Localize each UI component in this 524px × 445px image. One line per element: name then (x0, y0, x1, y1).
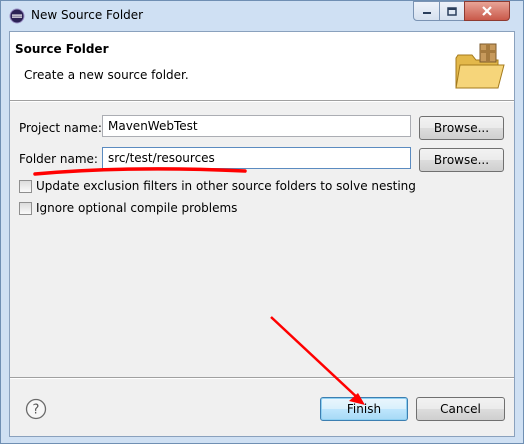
page-description: Create a new source folder. (24, 68, 189, 82)
cancel-button[interactable]: Cancel (416, 397, 505, 421)
update-exclusion-option[interactable]: Update exclusion filters in other source… (19, 178, 416, 194)
folder-name-label: Folder name: (19, 152, 98, 166)
title-bar: New Source Folder (1, 1, 523, 31)
ignore-optional-label: Ignore optional compile problems (36, 201, 238, 215)
wizard-header: Source Folder Create a new source folder… (10, 32, 514, 100)
minimize-icon (422, 12, 431, 14)
project-name-label: Project name: (19, 121, 102, 135)
browse-folder-button[interactable]: Browse... (419, 148, 504, 172)
maximize-icon (447, 6, 457, 16)
close-button[interactable] (464, 1, 510, 21)
finish-button[interactable]: Finish (320, 397, 408, 421)
svg-text:?: ? (33, 403, 40, 418)
folder-package-icon (455, 43, 505, 89)
browse-project-button[interactable]: Browse... (419, 116, 504, 140)
window-title: New Source Folder (31, 8, 144, 22)
update-exclusion-checkbox[interactable] (19, 179, 32, 193)
update-exclusion-label: Update exclusion filters in other source… (36, 179, 416, 193)
ignore-optional-checkbox[interactable] (19, 201, 32, 215)
eclipse-icon (9, 8, 25, 24)
help-icon[interactable]: ? (25, 398, 47, 420)
header-separator (10, 100, 514, 102)
close-icon (482, 6, 492, 16)
dialog-window: New Source Folder Source Folder Create a… (0, 0, 524, 444)
project-name-field[interactable]: MavenWebTest (102, 115, 411, 137)
ignore-optional-option[interactable]: Ignore optional compile problems (19, 200, 237, 216)
folder-name-field[interactable]: src/test/resources (102, 147, 411, 169)
dialog-body: Source Folder Create a new source folder… (9, 31, 515, 437)
footer-separator (10, 377, 514, 379)
minimize-button[interactable] (413, 1, 440, 21)
maximize-button[interactable] (439, 1, 465, 21)
page-title: Source Folder (15, 42, 109, 56)
